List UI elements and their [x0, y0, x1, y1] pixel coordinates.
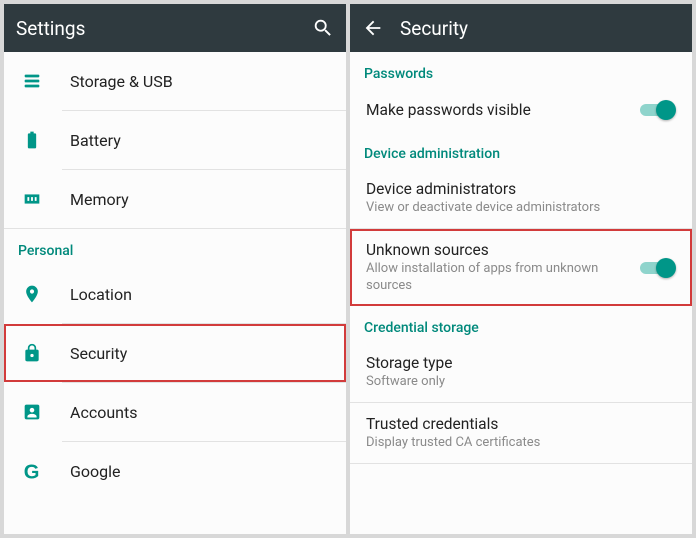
google-icon: G: [18, 460, 46, 482]
settings-item-label: Accounts: [70, 403, 332, 422]
settings-item-accounts[interactable]: Accounts: [4, 383, 346, 441]
back-icon[interactable]: [362, 17, 384, 39]
section-header-passwords: Passwords: [350, 52, 692, 88]
settings-item-label: Battery: [70, 131, 332, 150]
setting-subtitle: Software only: [366, 374, 676, 390]
storage-icon: [18, 70, 46, 92]
settings-list: Storage & USB Battery Memory Personal Lo…: [4, 52, 346, 534]
settings-item-label: Storage & USB: [70, 72, 332, 91]
svg-text:G: G: [24, 461, 40, 482]
memory-icon: [18, 188, 46, 210]
section-header-credential-storage: Credential storage: [350, 306, 692, 342]
divider: [350, 463, 692, 464]
setting-trusted-credentials[interactable]: Trusted credentials Display trusted CA c…: [350, 403, 692, 463]
location-icon: [18, 283, 46, 305]
setting-title: Trusted credentials: [366, 415, 676, 433]
setting-title: Unknown sources: [366, 241, 628, 259]
settings-item-label: Memory: [70, 190, 332, 209]
settings-item-label: Google: [70, 462, 332, 481]
setting-subtitle: Display trusted CA certificates: [366, 435, 676, 451]
setting-storage-type[interactable]: Storage type Software only: [350, 342, 692, 402]
setting-make-passwords-visible[interactable]: Make passwords visible: [350, 88, 692, 132]
settings-item-security[interactable]: Security: [4, 324, 346, 382]
setting-subtitle: View or deactivate device administrators: [366, 200, 676, 216]
setting-unknown-sources[interactable]: Unknown sources Allow installation of ap…: [350, 229, 692, 306]
settings-item-google[interactable]: G Google: [4, 442, 346, 500]
security-appbar: Security: [350, 4, 692, 52]
settings-item-location[interactable]: Location: [4, 265, 346, 323]
section-header-device-admin: Device administration: [350, 132, 692, 168]
settings-panel: Settings Storage & USB Battery Memory: [4, 4, 346, 534]
setting-title: Storage type: [366, 354, 676, 372]
security-title: Security: [400, 17, 680, 40]
accounts-icon: [18, 401, 46, 423]
battery-icon: [18, 129, 46, 151]
settings-appbar: Settings: [4, 4, 346, 52]
settings-item-label: Security: [70, 344, 332, 363]
settings-item-storage[interactable]: Storage & USB: [4, 52, 346, 110]
section-header-personal: Personal: [4, 229, 346, 265]
settings-item-battery[interactable]: Battery: [4, 111, 346, 169]
security-list: Passwords Make passwords visible Device …: [350, 52, 692, 534]
setting-subtitle: Allow installation of apps from unknown …: [366, 261, 628, 294]
settings-item-label: Location: [70, 285, 332, 304]
toggle-unknown-sources[interactable]: [640, 258, 676, 278]
security-panel: Security Passwords Make passwords visibl…: [350, 4, 692, 534]
setting-title: Make passwords visible: [366, 101, 628, 119]
lock-icon: [18, 342, 46, 364]
settings-item-memory[interactable]: Memory: [4, 170, 346, 228]
setting-device-administrators[interactable]: Device administrators View or deactivate…: [350, 168, 692, 228]
toggle-make-passwords-visible[interactable]: [640, 100, 676, 120]
setting-title: Device administrators: [366, 180, 676, 198]
settings-title: Settings: [16, 17, 296, 40]
search-icon[interactable]: [312, 17, 334, 39]
